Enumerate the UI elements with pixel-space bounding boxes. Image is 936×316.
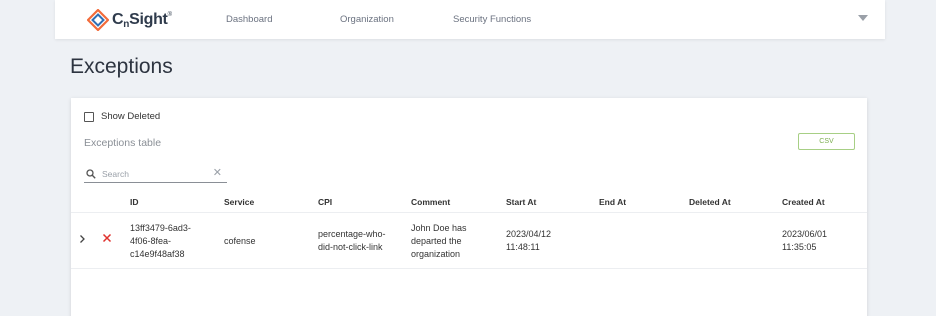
column-header-service[interactable]: Service	[224, 197, 254, 207]
nav-dashboard[interactable]: Dashboard	[226, 14, 272, 25]
cell-comment-line: organization	[411, 249, 461, 259]
column-header-deleted-at[interactable]: Deleted At	[689, 197, 731, 207]
show-deleted-toggle[interactable]: Show Deleted	[84, 111, 160, 122]
cell-cpi-line: did-not-click-link	[318, 242, 383, 252]
cell-comment: John Doe has departed the organization	[411, 222, 467, 261]
cell-cpi: percentage-who- did-not-click-link	[318, 228, 386, 254]
csv-export-button[interactable]: CSV	[798, 133, 855, 150]
nav-security-functions[interactable]: Security Functions	[453, 14, 531, 25]
cell-start-time: 11:48:11	[506, 242, 540, 252]
chevron-down-icon[interactable]	[858, 15, 868, 21]
cell-created-date: 2023/06/01	[782, 229, 828, 239]
chevron-right-icon[interactable]	[79, 234, 86, 244]
column-header-end-at[interactable]: End At	[599, 197, 626, 207]
close-icon[interactable]: ✕	[213, 168, 222, 179]
search-field: ✕	[84, 165, 227, 183]
cell-service: cofense	[224, 236, 256, 246]
cell-start-date: 2023/04/12	[506, 229, 552, 239]
page-title: Exceptions	[70, 55, 173, 78]
cell-id: 13ff3479-6ad3- 4f06-8fea- c14e9f48af38	[130, 222, 191, 261]
cnsight-logo-icon	[87, 9, 109, 31]
table-title: Exceptions table	[84, 137, 162, 149]
delete-icon[interactable]	[102, 233, 112, 243]
cell-id-line: 13ff3479-6ad3-	[130, 223, 191, 233]
logo[interactable]: CnSight®	[87, 9, 172, 31]
column-header-start-at[interactable]: Start At	[506, 197, 536, 207]
show-deleted-label: Show Deleted	[101, 111, 161, 122]
top-navbar: CnSight® Dashboard Organization Security…	[55, 0, 885, 39]
column-header-comment[interactable]: Comment	[411, 197, 450, 207]
cell-comment-line: departed the	[411, 236, 462, 246]
logo-text: CnSight®	[112, 10, 172, 30]
table-row[interactable]: 13ff3479-6ad3- 4f06-8fea- c14e9f48af38 c…	[71, 212, 867, 269]
cell-created-time: 11:35:05	[782, 242, 817, 252]
search-input[interactable]	[102, 168, 210, 179]
nav-organization[interactable]: Organization	[340, 14, 394, 25]
cell-cpi-line: percentage-who-	[318, 229, 386, 239]
search-icon	[86, 168, 96, 179]
column-header-id[interactable]: ID	[130, 197, 139, 207]
exceptions-card: Show Deleted Exceptions table CSV ✕ ID S…	[71, 98, 867, 316]
cell-created-at: 2023/06/01 11:35:05	[782, 228, 827, 254]
show-deleted-checkbox[interactable]	[84, 111, 94, 122]
cell-comment-line: John Doe has	[411, 223, 467, 233]
cell-id-line: 4f06-8fea-	[130, 236, 172, 246]
cell-id-line: c14e9f48af38	[130, 249, 185, 259]
column-header-cpi[interactable]: CPI	[318, 197, 332, 207]
cell-start-at: 2023/04/12 11:48:11	[506, 228, 551, 254]
column-header-created-at[interactable]: Created At	[782, 197, 825, 207]
